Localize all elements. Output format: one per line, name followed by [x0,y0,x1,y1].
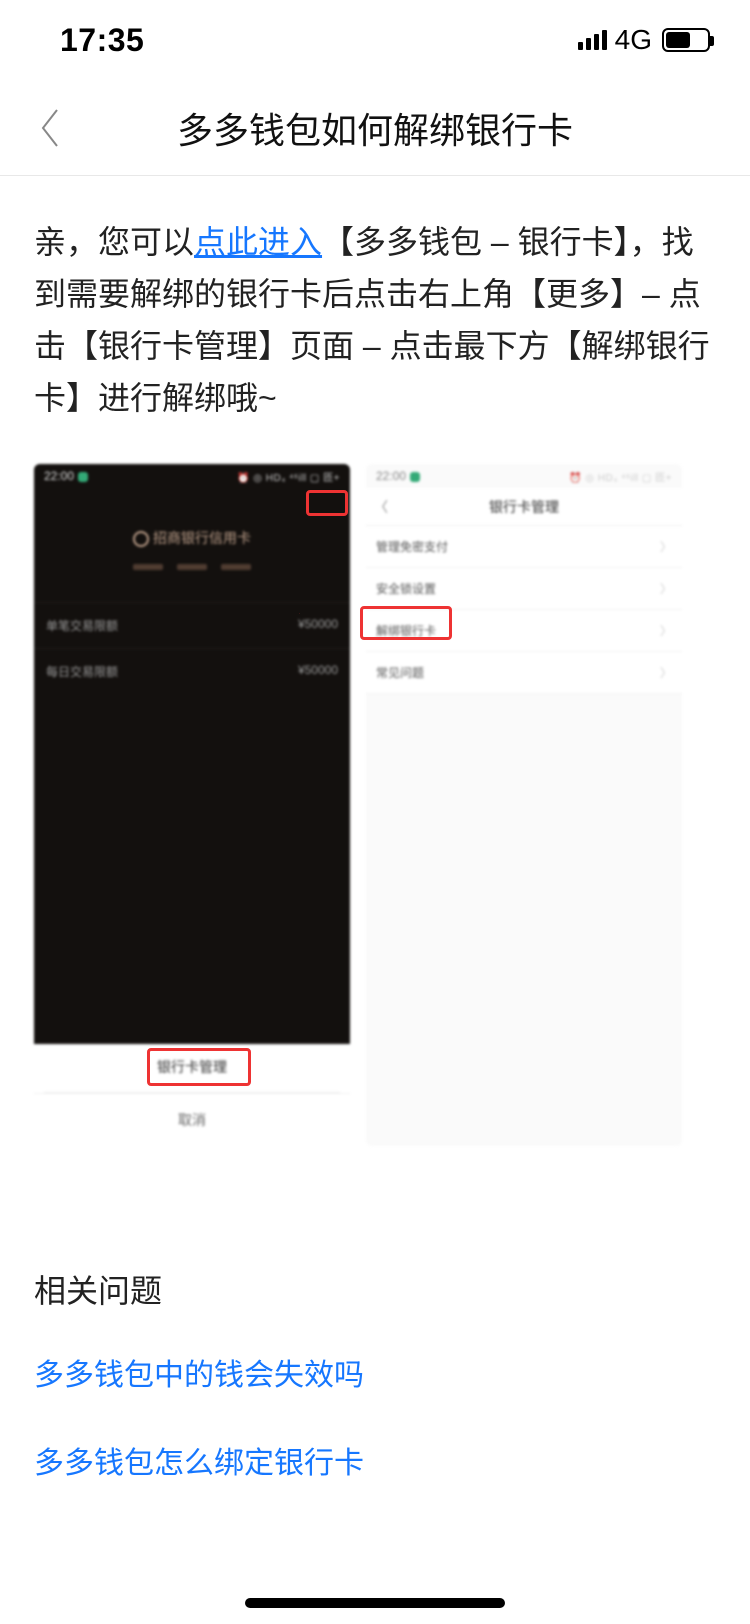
content: 亲，您可以点此进入【多多钱包 – 银行卡】，找到需要解绑的银行卡后点击右上角【更… [0,176,750,424]
related-title: 相关问题 [34,1266,716,1312]
enter-link[interactable]: 点此进入 [194,224,322,260]
signal-icon [578,30,607,50]
status-right: 4G [578,24,710,56]
right-back-icon: 〈 [374,497,388,517]
para-t1: 亲，您可以 [34,224,194,260]
related-section: 相关问题 多多钱包中的钱会失效吗 多多钱包怎么绑定银行卡 [0,1226,750,1488]
nav-bar: 多多钱包如何解绑银行卡 [0,80,750,176]
status-bar: 17:35 4G [0,0,750,80]
screenshot-left: 22:00 ⏰ ◎ HD₄ ⁴⁶ill ▢ 匝+ 招商银行信用卡 单笔交易限额¥… [34,464,350,1146]
left-mini-icons: ⏰ ◎ HD₄ ⁴⁶ill ▢ 匝+ [237,469,340,484]
right-mini-time: 22:00 [376,469,406,483]
left-card-title: 招商银行信用卡 [34,488,350,548]
related-link-2[interactable]: 多多钱包怎么绑定银行卡 [34,1440,716,1488]
left-row-1: 单笔交易限额¥50000 [34,602,350,648]
status-time: 17:35 [60,22,144,59]
back-button[interactable] [20,80,80,175]
highlight-manage [147,1048,251,1086]
right-row-1: 管理免密支付〉 [366,526,682,568]
screenshot-right: 22:00 ⏰ ◎ HD₄ ⁴⁶ill ▢ 匝+ 〈 银行卡管理 管理免密支付〉… [366,464,682,1146]
battery-icon [662,28,710,52]
tutorial-images: 22:00 ⏰ ◎ HD₄ ⁴⁶ill ▢ 匝+ 招商银行信用卡 单笔交易限额¥… [34,464,716,1146]
right-row-2: 安全锁设置〉 [366,568,682,610]
help-paragraph: 亲，您可以点此进入【多多钱包 – 银行卡】，找到需要解绑的银行卡后点击右上角【更… [34,216,716,424]
right-nav: 〈 银行卡管理 [366,488,682,526]
home-indicator [245,1598,505,1608]
network-label: 4G [615,24,652,56]
right-title: 银行卡管理 [489,497,559,517]
right-row-4: 常见问题〉 [366,652,682,694]
highlight-more [306,490,348,516]
related-link-1[interactable]: 多多钱包中的钱会失效吗 [34,1352,716,1400]
left-row-2: 每日交易限额¥50000 [34,648,350,694]
left-mini-time: 22:00 [44,469,74,483]
page-title: 多多钱包如何解绑银行卡 [177,102,573,154]
left-sheet-cancel: 取消 [34,1093,350,1146]
highlight-unbind [360,606,452,640]
tutorial-area: 22:00 ⏰ ◎ HD₄ ⁴⁶ill ▢ 匝+ 招商银行信用卡 单笔交易限额¥… [0,464,750,1146]
right-mini-icons: ⏰ ◎ HD₄ ⁴⁶ill ▢ 匝+ [569,469,672,484]
chevron-left-icon [39,108,61,148]
